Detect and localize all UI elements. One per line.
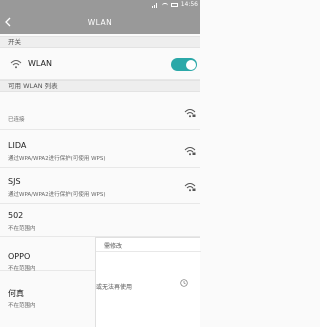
wlan-toggle[interactable] [171, 58, 197, 71]
network-name: OPPO [8, 252, 31, 261]
back-arrow-icon[interactable] [4, 17, 14, 27]
network-status: 通过WPA/WPA2进行保护(可使用 WPS) [8, 156, 106, 162]
network-status: 已连接 [8, 117, 25, 123]
title-bar: WLAN [0, 10, 200, 34]
status-bar: 14:56 [0, 0, 200, 10]
wlan-switch-row[interactable]: WLAN [0, 48, 200, 80]
overlay-line-1: 需修改 [104, 243, 123, 250]
switch-section-header: 开关 [0, 36, 200, 48]
wifi-status-icon [161, 2, 168, 8]
overlay-divider [96, 251, 201, 252]
wifi-locked-icon [184, 109, 196, 118]
wifi-icon [10, 60, 22, 69]
overlay-line-2: 或无法再使用 [96, 284, 133, 291]
battery-icon [170, 3, 178, 7]
network-name: 502 [8, 211, 24, 220]
available-networks-header: 可用 WLAN 列表 [0, 80, 200, 92]
status-time: 14:56 [180, 1, 198, 8]
network-item-lida[interactable]: LIDA 通过WPA/WPA2进行保护(可使用 WPS) [0, 130, 200, 168]
wifi-locked-icon [184, 147, 196, 156]
overlay-panel: 需修改 或无法再使用 [95, 237, 201, 327]
wifi-locked-icon [184, 183, 196, 192]
network-item-502[interactable]: 502 不在范围内 [0, 204, 200, 237]
toggle-knob [185, 59, 196, 70]
network-status: 不在范围内 [8, 226, 36, 232]
network-name: SJS [8, 177, 21, 186]
wlan-label: WLAN [28, 59, 53, 68]
network-name: LIDA [8, 141, 27, 150]
network-item-connected[interactable]: 已连接 [0, 92, 200, 130]
status-icons: 14:56 [151, 0, 198, 10]
network-name: 何真 [8, 289, 24, 298]
signal-icon [151, 2, 159, 8]
network-item-sjs[interactable]: SJS 通过WPA/WPA2进行保护(可使用 WPS) [0, 168, 200, 204]
network-status: 通过WPA/WPA2进行保护(可使用 WPS) [8, 192, 106, 198]
clock-icon [180, 279, 188, 287]
network-status: 不在范围内 [8, 303, 36, 309]
page-title: WLAN [87, 17, 113, 27]
